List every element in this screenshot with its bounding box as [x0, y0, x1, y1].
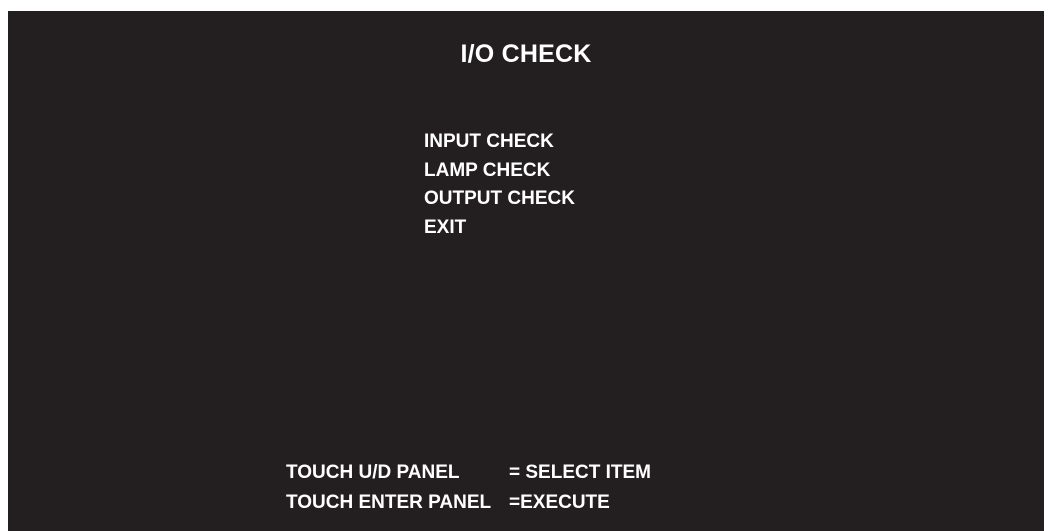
menu-item-lamp-check[interactable]: LAMP CHECK: [424, 157, 575, 186]
menu-item-input-check[interactable]: INPUT CHECK: [424, 128, 575, 157]
help-action-execute: =EXECUTE: [509, 492, 610, 513]
screen-title: I/O CHECK: [460, 40, 592, 68]
io-check-menu: INPUT CHECK LAMP CHECK OUTPUT CHECK EXIT: [424, 128, 575, 242]
help-action-select-item: = SELECT ITEM: [509, 462, 651, 483]
menu-item-exit[interactable]: EXIT: [424, 214, 575, 243]
help-key-ud-panel: TOUCH U/D PANEL: [286, 462, 460, 483]
menu-item-output-check[interactable]: OUTPUT CHECK: [424, 185, 575, 214]
help-key-enter-panel: TOUCH ENTER PANEL: [286, 492, 492, 513]
test-menu-screen: I/O CHECK INPUT CHECK LAMP CHECK OUTPUT …: [8, 11, 1044, 531]
